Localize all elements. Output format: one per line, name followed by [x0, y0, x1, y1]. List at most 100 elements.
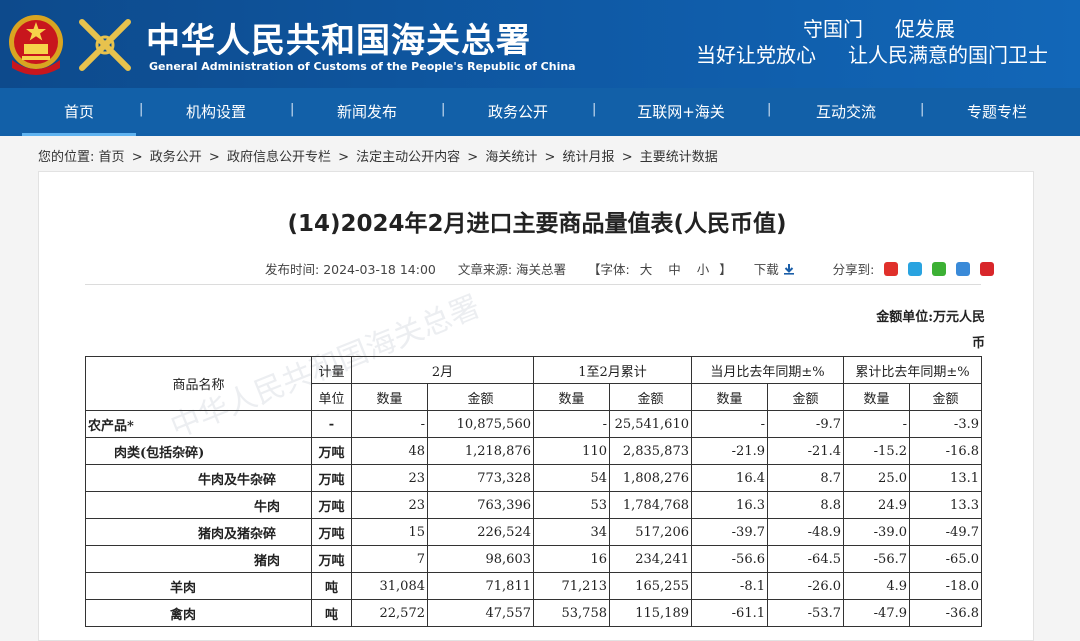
month-amt-yoy-cell: -9.7	[767, 410, 844, 438]
commodity-name: 牛肉及牛杂碎	[85, 464, 312, 492]
month-qty-yoy-cell: -56.6	[691, 545, 768, 573]
slogan-bottom: 当好让党放心 让人民满意的国门卫士	[696, 39, 1048, 68]
download-arrow-icon	[783, 264, 794, 275]
cum-amt-cell: 25,541,610	[609, 410, 692, 438]
cum-qty-yoy-cell: 4.9	[843, 572, 910, 600]
breadcrumb-separator: >	[544, 150, 556, 165]
cum-amt-yoy-cell: -3.9	[909, 410, 982, 438]
font-size-medium-button[interactable]: 中	[668, 259, 681, 278]
qty-cell: 7	[351, 545, 428, 573]
unit-cell: -	[311, 410, 352, 438]
nav-item-news[interactable]: 新闻发布	[317, 88, 417, 136]
commodity-name: 肉类(包括杂碎)	[85, 437, 312, 465]
download-label: 下载	[753, 262, 779, 277]
nav-item-government-affairs[interactable]: 政务公开	[468, 88, 568, 136]
amt-cell: 98,603	[427, 545, 534, 573]
customs-logo-icon[interactable]	[74, 14, 136, 76]
breadcrumb-item-government-affairs[interactable]: 政务公开	[150, 150, 202, 165]
cum-amt-yoy-cell: -49.7	[909, 518, 982, 546]
month-amt-yoy-cell: -48.9	[767, 518, 844, 546]
site-name-cn[interactable]: 中华人民共和国海关总署	[146, 13, 531, 62]
header-qty: 数量	[843, 383, 910, 411]
breadcrumb-item-customs-statistics[interactable]: 海关统计	[485, 150, 537, 165]
header-amt: 金额	[609, 383, 692, 411]
font-size-small-button[interactable]: 小	[697, 259, 710, 278]
cum-amt-yoy-cell: -18.0	[909, 572, 982, 600]
slogan-top-1: 守国门	[803, 17, 863, 41]
header-qty: 数量	[691, 383, 768, 411]
table-row: 猪肉 万吨 7 98,603 16 234,241 -56.6 -64.5 -5…	[85, 545, 982, 573]
publish-label: 发布时间:	[265, 262, 320, 277]
month-qty-yoy-cell: -8.1	[691, 572, 768, 600]
nav-item-home[interactable]: 首页	[22, 88, 136, 136]
cum-qty-cell: 53,758	[533, 599, 610, 627]
commodity-name: 禽肉	[85, 599, 312, 627]
header-month-yoy: 当月比去年同期±%	[691, 356, 844, 384]
breadcrumb-item-home[interactable]: 首页	[99, 150, 125, 165]
amount-unit-line2: 币	[971, 336, 985, 351]
qty-cell: 23	[351, 491, 428, 519]
table-row: 牛肉 万吨 23 763,396 53 1,784,768 16.3 8.8 2…	[85, 491, 982, 519]
breadcrumb-separator: >	[208, 150, 220, 165]
cum-amt-yoy-cell: -16.8	[909, 437, 982, 465]
people-share-icon[interactable]	[980, 262, 995, 276]
header-unit-top: 计量	[311, 356, 352, 384]
nav-item-interaction[interactable]: 互动交流	[796, 88, 896, 136]
breadcrumb-separator: >	[338, 150, 349, 165]
cum-qty-cell: 110	[533, 437, 610, 465]
cum-amt-yoy-cell: -36.8	[909, 599, 982, 627]
amt-cell: 10,875,560	[427, 410, 534, 438]
cum-qty-cell: 71,213	[533, 572, 610, 600]
header-qty: 数量	[533, 383, 610, 411]
wechat-share-icon[interactable]	[932, 262, 947, 276]
tencent-share-icon[interactable]	[956, 262, 971, 276]
header-qty: 数量	[351, 383, 428, 411]
import-statistics-table: 商品名称 计量 2月 1至2月累计 当月比去年同期±% 累计比去年同期±% 单位…	[85, 356, 982, 627]
cum-amt-cell: 517,206	[609, 518, 692, 546]
breadcrumb-prefix: 您的位置:	[38, 150, 95, 165]
nav-item-internet-customs[interactable]: 互联网+海关	[619, 88, 743, 136]
article-meta: 发布时间: 2024-03-18 14:00 文章来源: 海关总署 【字体: 大…	[265, 259, 995, 278]
article-panel: (14)2024年2月进口主要商品量值表(人民币值) 发布时间: 2024-03…	[38, 171, 1034, 641]
month-qty-yoy-cell: -39.7	[691, 518, 768, 546]
unit-cell: 万吨	[311, 518, 352, 546]
breadcrumb-separator: >	[621, 150, 633, 165]
breadcrumb-item-monthly-report[interactable]: 统计月报	[563, 150, 615, 165]
publish-time: 2024-03-18 14:00	[323, 262, 436, 277]
amt-cell: 71,811	[427, 572, 534, 600]
qzone-share-icon[interactable]	[908, 262, 923, 276]
header-february: 2月	[351, 356, 534, 384]
cum-qty-yoy-cell: -56.7	[843, 545, 910, 573]
unit-cell: 万吨	[311, 545, 352, 573]
cum-qty-yoy-cell: -15.2	[843, 437, 910, 465]
breadcrumb: 您的位置: 首页 > 政务公开 > 政府信息公开专栏 > 法定主动公开内容 > …	[38, 146, 718, 165]
download-button[interactable]: 下载	[754, 259, 795, 278]
cum-qty-yoy-cell: -39.0	[843, 518, 910, 546]
commodity-name: 牛肉	[85, 491, 312, 519]
font-size-large-button[interactable]: 大	[640, 259, 653, 278]
cum-qty-yoy-cell: 24.9	[843, 491, 910, 519]
breadcrumb-item-main-data[interactable]: 主要统计数据	[640, 150, 718, 165]
slogan-bottom-1: 当好让党放心	[696, 43, 816, 67]
table-row: 牛肉及牛杂碎 万吨 23 773,328 54 1,808,276 16.4 8…	[85, 464, 982, 492]
month-qty-yoy-cell: -61.1	[691, 599, 768, 627]
national-emblem-icon[interactable]	[6, 12, 66, 76]
unit-cell: 吨	[311, 599, 352, 627]
breadcrumb-item-info-disclosure[interactable]: 政府信息公开专栏	[227, 150, 331, 165]
source-label: 文章来源:	[457, 262, 513, 277]
nav-separator: |	[290, 102, 295, 117]
cum-qty-cell: 53	[533, 491, 610, 519]
breadcrumb-item-statutory-content[interactable]: 法定主动公开内容	[356, 150, 460, 165]
weibo-share-icon[interactable]	[884, 262, 899, 276]
cum-amt-yoy-cell: 13.3	[909, 491, 982, 519]
month-amt-yoy-cell: -21.4	[767, 437, 844, 465]
commodity-name: 羊肉	[85, 572, 312, 600]
table-row: 羊肉 吨 31,084 71,811 71,213 165,255 -8.1 -…	[85, 572, 982, 600]
cum-qty-cell: 54	[533, 464, 610, 492]
qty-cell: 23	[351, 464, 428, 492]
nav-separator: |	[920, 102, 925, 117]
nav-item-special-topics[interactable]: 专题专栏	[946, 88, 1048, 136]
nav-item-organization[interactable]: 机构设置	[166, 88, 266, 136]
qty-cell: 15	[351, 518, 428, 546]
amount-unit-line1: 金额单位:万元人民	[876, 310, 985, 325]
